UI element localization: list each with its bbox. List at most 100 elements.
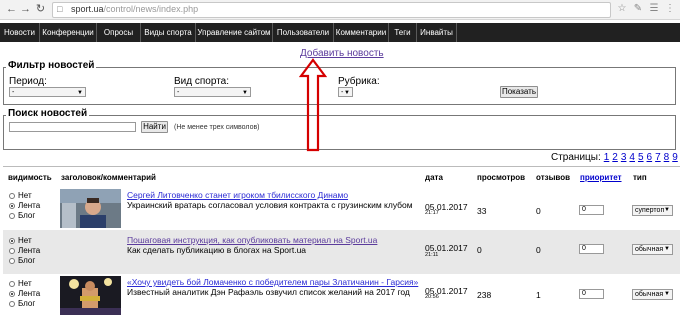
filter-legend: Фильтр новостей xyxy=(6,60,97,71)
col-reviews: отзывов xyxy=(536,173,571,182)
period-select[interactable]: - ▼ xyxy=(9,87,86,97)
visibility-radio-blog[interactable] xyxy=(9,258,15,264)
visibility-radio-no[interactable] xyxy=(9,193,15,199)
radio-label: Лента xyxy=(18,201,41,210)
page-link[interactable]: 1 xyxy=(604,152,610,163)
rubric-select[interactable]: - ▼ xyxy=(338,87,353,97)
page-link[interactable]: 9 xyxy=(672,152,678,163)
news-time: 21:11 xyxy=(425,252,439,258)
period-label: Период: xyxy=(9,76,47,87)
search-input[interactable] xyxy=(9,122,136,132)
visibility-radio-no[interactable] xyxy=(9,238,15,244)
news-description: Известный аналитик Дэн Рафаэль озвучил с… xyxy=(127,287,410,297)
menu-polls[interactable]: Опросы xyxy=(97,23,141,42)
radio-label: Лента xyxy=(18,246,41,255)
menu-invites[interactable]: Инвайты xyxy=(417,23,457,42)
radio-label: Нет xyxy=(18,236,32,245)
red-arrow-annotation xyxy=(299,58,327,152)
chevron-down-icon: ▼ xyxy=(344,90,350,96)
page-link[interactable]: 4 xyxy=(629,152,635,163)
views-count: 0 xyxy=(477,245,482,255)
col-date: дата xyxy=(425,173,443,182)
page-link[interactable]: 7 xyxy=(655,152,661,163)
sport-select[interactable]: - ▼ xyxy=(174,87,251,97)
reviews-count: 1 xyxy=(536,290,541,300)
show-button[interactable]: Показать xyxy=(500,86,538,98)
type-select[interactable]: обычная ▼ xyxy=(632,289,673,300)
menu-conferences[interactable]: Конференции xyxy=(40,23,97,42)
chevron-down-icon: ▼ xyxy=(664,291,670,297)
menu-site-management[interactable]: Управление сайтом xyxy=(196,23,273,42)
news-description: Украинский вратарь согласовал условия ко… xyxy=(127,200,413,210)
menu-comments[interactable]: Комментарии xyxy=(334,23,389,42)
radio-label: Нет xyxy=(18,191,32,200)
url-text: sport.ua/control/news/index.php xyxy=(71,4,199,14)
radio-label: Нет xyxy=(18,279,32,288)
admin-menu: Новости Конференции Опросы Виды спорта У… xyxy=(0,23,680,42)
chevron-down-icon: ▼ xyxy=(664,246,670,252)
type-select[interactable]: супертоп ▼ xyxy=(632,205,673,216)
radio-label: Блог xyxy=(18,256,36,265)
menu-tags[interactable]: Теги xyxy=(389,23,417,42)
menu-icon[interactable]: ⋮ xyxy=(664,3,676,15)
pagination-label: Страницы: xyxy=(551,152,601,163)
menu-news[interactable]: Новости xyxy=(0,23,40,42)
news-description: Как сделать публикацию в блогах на Sport… xyxy=(127,245,307,255)
visibility-radio-feed[interactable] xyxy=(9,248,15,254)
page-link[interactable]: 8 xyxy=(664,152,670,163)
views-count: 33 xyxy=(477,206,487,216)
col-priority-sort-link[interactable]: приоритет xyxy=(580,173,622,182)
forward-icon[interactable]: → xyxy=(19,3,32,16)
priority-input[interactable]: 0 xyxy=(579,205,604,215)
extension-icon[interactable]: ✎ xyxy=(632,3,644,15)
chevron-down-icon: ▼ xyxy=(664,207,670,213)
page-link[interactable]: 2 xyxy=(612,152,618,163)
visibility-radio-feed[interactable] xyxy=(9,291,15,297)
news-time: 21:17 xyxy=(425,210,439,216)
news-title-link[interactable]: Сергей Литовченко станет игроком тбилисс… xyxy=(127,190,348,200)
sport-label: Вид спорта: xyxy=(174,76,229,87)
visibility-radio-feed[interactable] xyxy=(9,203,15,209)
extension-icon-2[interactable]: ☰ xyxy=(648,3,660,15)
browser-toolbar: ← → ↻ □ sport.ua/control/news/index.php … xyxy=(0,0,680,20)
search-button[interactable]: Найти xyxy=(141,121,168,133)
views-count: 238 xyxy=(477,290,492,300)
page-icon: □ xyxy=(57,4,63,14)
visibility-radio-blog[interactable] xyxy=(9,301,15,307)
priority-input[interactable]: 0 xyxy=(579,289,604,299)
radio-label: Блог xyxy=(18,299,36,308)
page-link[interactable]: 6 xyxy=(647,152,653,163)
reviews-count: 0 xyxy=(536,245,541,255)
page-link[interactable]: 5 xyxy=(638,152,644,163)
news-title-link[interactable]: Пошаговая инструкция, как опубликовать м… xyxy=(127,235,377,245)
news-title-link[interactable]: «Хочу увидеть бой Ломаченко с победителе… xyxy=(127,277,418,287)
search-hint: (Не менее трех символов) xyxy=(174,124,260,131)
menu-users[interactable]: Пользователи xyxy=(273,23,334,42)
search-legend: Поиск новостей xyxy=(6,108,90,119)
chevron-down-icon: ▼ xyxy=(77,90,83,96)
col-title: заголовок/комментарий xyxy=(61,173,156,182)
search-fieldset xyxy=(3,115,676,150)
pagination: Страницы:12345678910 xyxy=(551,152,680,163)
back-icon[interactable]: ← xyxy=(5,3,18,16)
col-visibility: видимость xyxy=(8,173,52,182)
priority-input[interactable]: 0 xyxy=(579,244,604,254)
bookmark-star-icon[interactable]: ☆ xyxy=(616,3,628,15)
visibility-radio-blog[interactable] xyxy=(9,213,15,219)
address-bar[interactable]: □ sport.ua/control/news/index.php xyxy=(52,2,611,18)
news-thumbnail xyxy=(60,189,121,228)
radio-label: Блог xyxy=(18,211,36,220)
chevron-down-icon: ▼ xyxy=(242,90,248,96)
radio-label: Лента xyxy=(18,289,41,298)
news-time: 20:56 xyxy=(425,294,439,300)
col-views: просмотров xyxy=(477,173,526,182)
news-thumbnail xyxy=(60,276,121,315)
col-type: тип xyxy=(633,173,647,182)
rubric-label: Рубрика: xyxy=(338,76,380,87)
visibility-radio-no[interactable] xyxy=(9,281,15,287)
reviews-count: 0 xyxy=(536,206,541,216)
reload-icon[interactable]: ↻ xyxy=(34,3,47,16)
page-link[interactable]: 3 xyxy=(621,152,627,163)
menu-sports[interactable]: Виды спорта xyxy=(141,23,196,42)
type-select[interactable]: обычная ▼ xyxy=(632,244,673,255)
